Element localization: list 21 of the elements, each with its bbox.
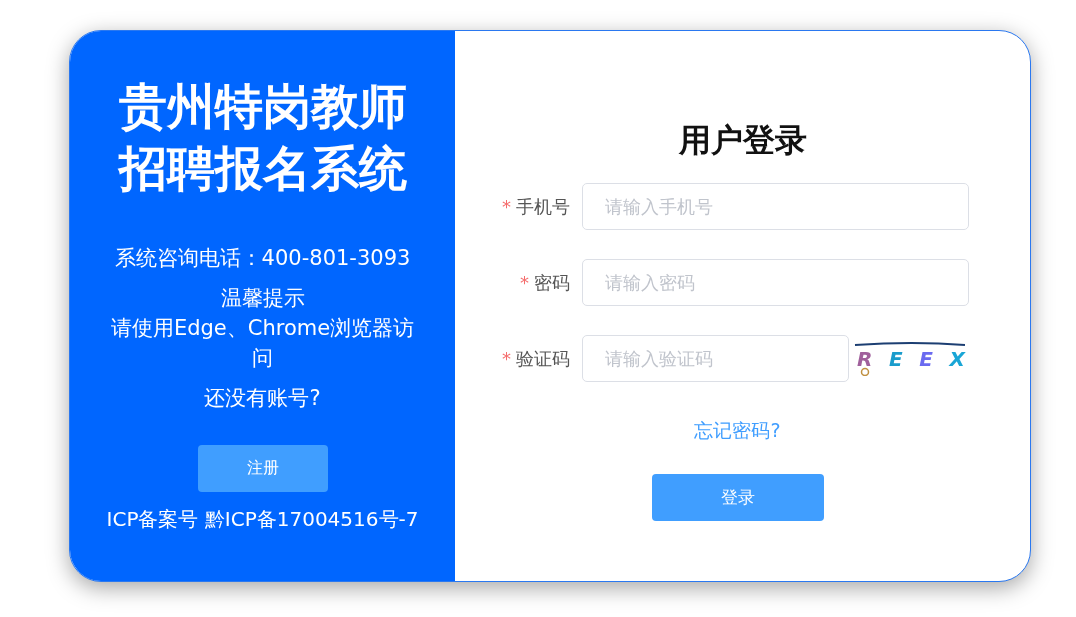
field-label: 验证码 — [516, 346, 570, 371]
forgot-password-link[interactable]: 忘记密码? — [694, 418, 781, 444]
tip-text: 请使用Edge、Chrome浏览器访问 — [109, 315, 416, 372]
phone-input[interactable]: 请输入手机号 — [582, 183, 969, 230]
login-button[interactable]: 登录 — [651, 474, 824, 521]
tip-title: 温馨提示 — [220, 285, 305, 312]
required-mark: * — [520, 272, 529, 293]
login-title: 用户登录 — [678, 120, 807, 161]
required-mark: * — [502, 348, 511, 369]
system-title: 贵州特岗教师 — [118, 77, 407, 136]
system-title: 招聘报名系统 — [118, 139, 407, 198]
icp-text: ICP备案号 黔ICP备17004516号-7 — [106, 506, 419, 533]
no-account-text: 还没有账号? — [204, 385, 321, 412]
required-mark: * — [502, 196, 511, 217]
captcha-image[interactable]: R E E X — [853, 341, 969, 376]
password-input[interactable]: 请输入密码 — [582, 259, 969, 306]
field-label: 密码 — [534, 270, 570, 295]
register-button[interactable]: 注册 — [197, 445, 328, 492]
captcha-input[interactable]: 请输入验证码 — [582, 335, 849, 382]
field-label: 手机号 — [516, 194, 570, 219]
hotline-text: 系统咨询电话：400-801-3093 — [114, 245, 411, 272]
